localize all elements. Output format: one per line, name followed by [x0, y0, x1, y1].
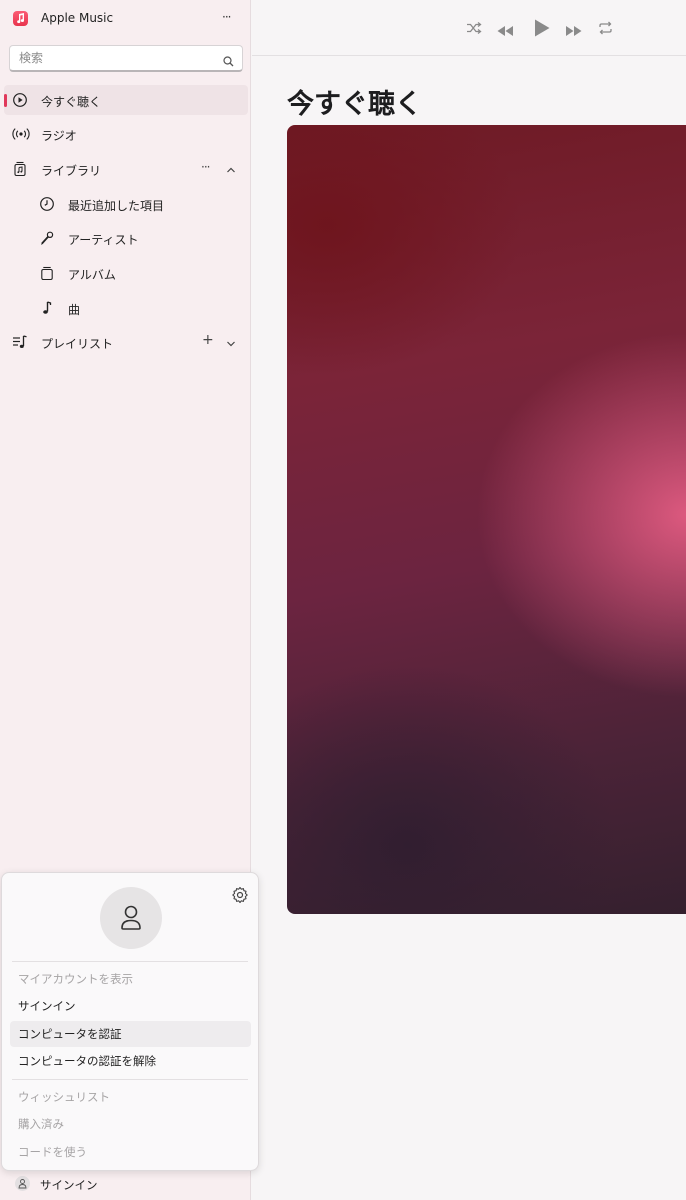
- app-header: Apple Music ···: [0, 0, 251, 38]
- selection-indicator: [4, 94, 7, 107]
- menu-item-wishlist: ウィッシュリスト: [18, 1090, 110, 1104]
- sidebar-item-library[interactable]: ライブラリ ···: [4, 154, 248, 184]
- gear-icon[interactable]: [231, 886, 249, 908]
- menu-item-deauthorize-computer[interactable]: コンピュータの認証を解除: [10, 1048, 251, 1074]
- shuffle-icon[interactable]: [466, 20, 482, 39]
- microphone-icon: [39, 230, 55, 246]
- add-playlist-button[interactable]: +: [202, 332, 214, 348]
- sidebar-item-albums[interactable]: アルバム: [4, 258, 248, 288]
- app-title: Apple Music: [41, 11, 114, 25]
- playback-controls-bar: [252, 0, 686, 56]
- album-stack-icon: [39, 265, 55, 281]
- search-box: [9, 45, 243, 72]
- previous-track-icon[interactable]: [496, 22, 514, 41]
- sidebar-item-playlists[interactable]: プレイリスト +: [4, 327, 248, 357]
- play-circle-icon: [12, 92, 28, 108]
- sidebar-item-label: 曲: [68, 303, 81, 317]
- sidebar-item-listen-now[interactable]: 今すぐ聴く: [4, 85, 248, 115]
- menu-item-purchased: 購入済み: [18, 1117, 64, 1131]
- sidebar-item-label: アルバム: [68, 268, 116, 282]
- search-icon[interactable]: [223, 52, 234, 71]
- page-title: 今すぐ聴く: [287, 89, 422, 120]
- radio-broadcast-icon: [11, 126, 31, 142]
- sign-in-label: サインイン: [40, 1178, 98, 1192]
- search-input[interactable]: [10, 46, 215, 70]
- menu-divider: [12, 961, 248, 962]
- hero-banner[interactable]: [287, 125, 686, 914]
- library-icon: [12, 161, 28, 177]
- sidebar-item-songs[interactable]: 曲: [4, 293, 248, 323]
- apple-music-logo-icon: [13, 11, 28, 26]
- more-options-button[interactable]: ···: [222, 10, 232, 24]
- account-menu: マイアカウントを表示 サインイン コンピュータを認証 コンピュータの認証を解除 …: [1, 872, 259, 1171]
- sidebar-item-radio[interactable]: ラジオ: [4, 119, 248, 149]
- sidebar-item-label: アーティスト: [68, 233, 139, 247]
- chevron-up-icon[interactable]: [226, 163, 236, 177]
- menu-item-redeem-code: コードを使う: [18, 1145, 87, 1159]
- sidebar-item-label: 最近追加した項目: [68, 199, 165, 213]
- menu-divider: [12, 1079, 248, 1080]
- sidebar-item-recently-added[interactable]: 最近追加した項目: [4, 189, 248, 219]
- menu-item-sign-in[interactable]: サインイン: [10, 993, 251, 1019]
- sidebar-item-label: ライブラリ: [41, 164, 102, 178]
- next-track-icon[interactable]: [565, 22, 583, 41]
- repeat-icon[interactable]: [598, 20, 613, 39]
- sign-in-button[interactable]: サインイン: [12, 1172, 248, 1196]
- clock-icon: [39, 196, 55, 212]
- sidebar-item-label: プレイリスト: [41, 337, 114, 351]
- playlist-icon: [12, 334, 28, 350]
- play-icon[interactable]: [533, 18, 551, 42]
- library-more-button[interactable]: ···: [201, 160, 211, 174]
- avatar: [100, 887, 162, 949]
- menu-item-view-account: マイアカウントを表示: [18, 972, 133, 986]
- chevron-down-icon[interactable]: [226, 337, 236, 351]
- user-avatar-icon: [15, 1176, 30, 1191]
- sidebar-item-label: ラジオ: [41, 129, 77, 143]
- music-note-icon: [39, 300, 55, 316]
- menu-item-authorize-computer[interactable]: コンピュータを認証: [10, 1021, 251, 1047]
- sidebar-item-label: 今すぐ聴く: [41, 95, 102, 109]
- sidebar-item-artists[interactable]: アーティスト: [4, 223, 248, 253]
